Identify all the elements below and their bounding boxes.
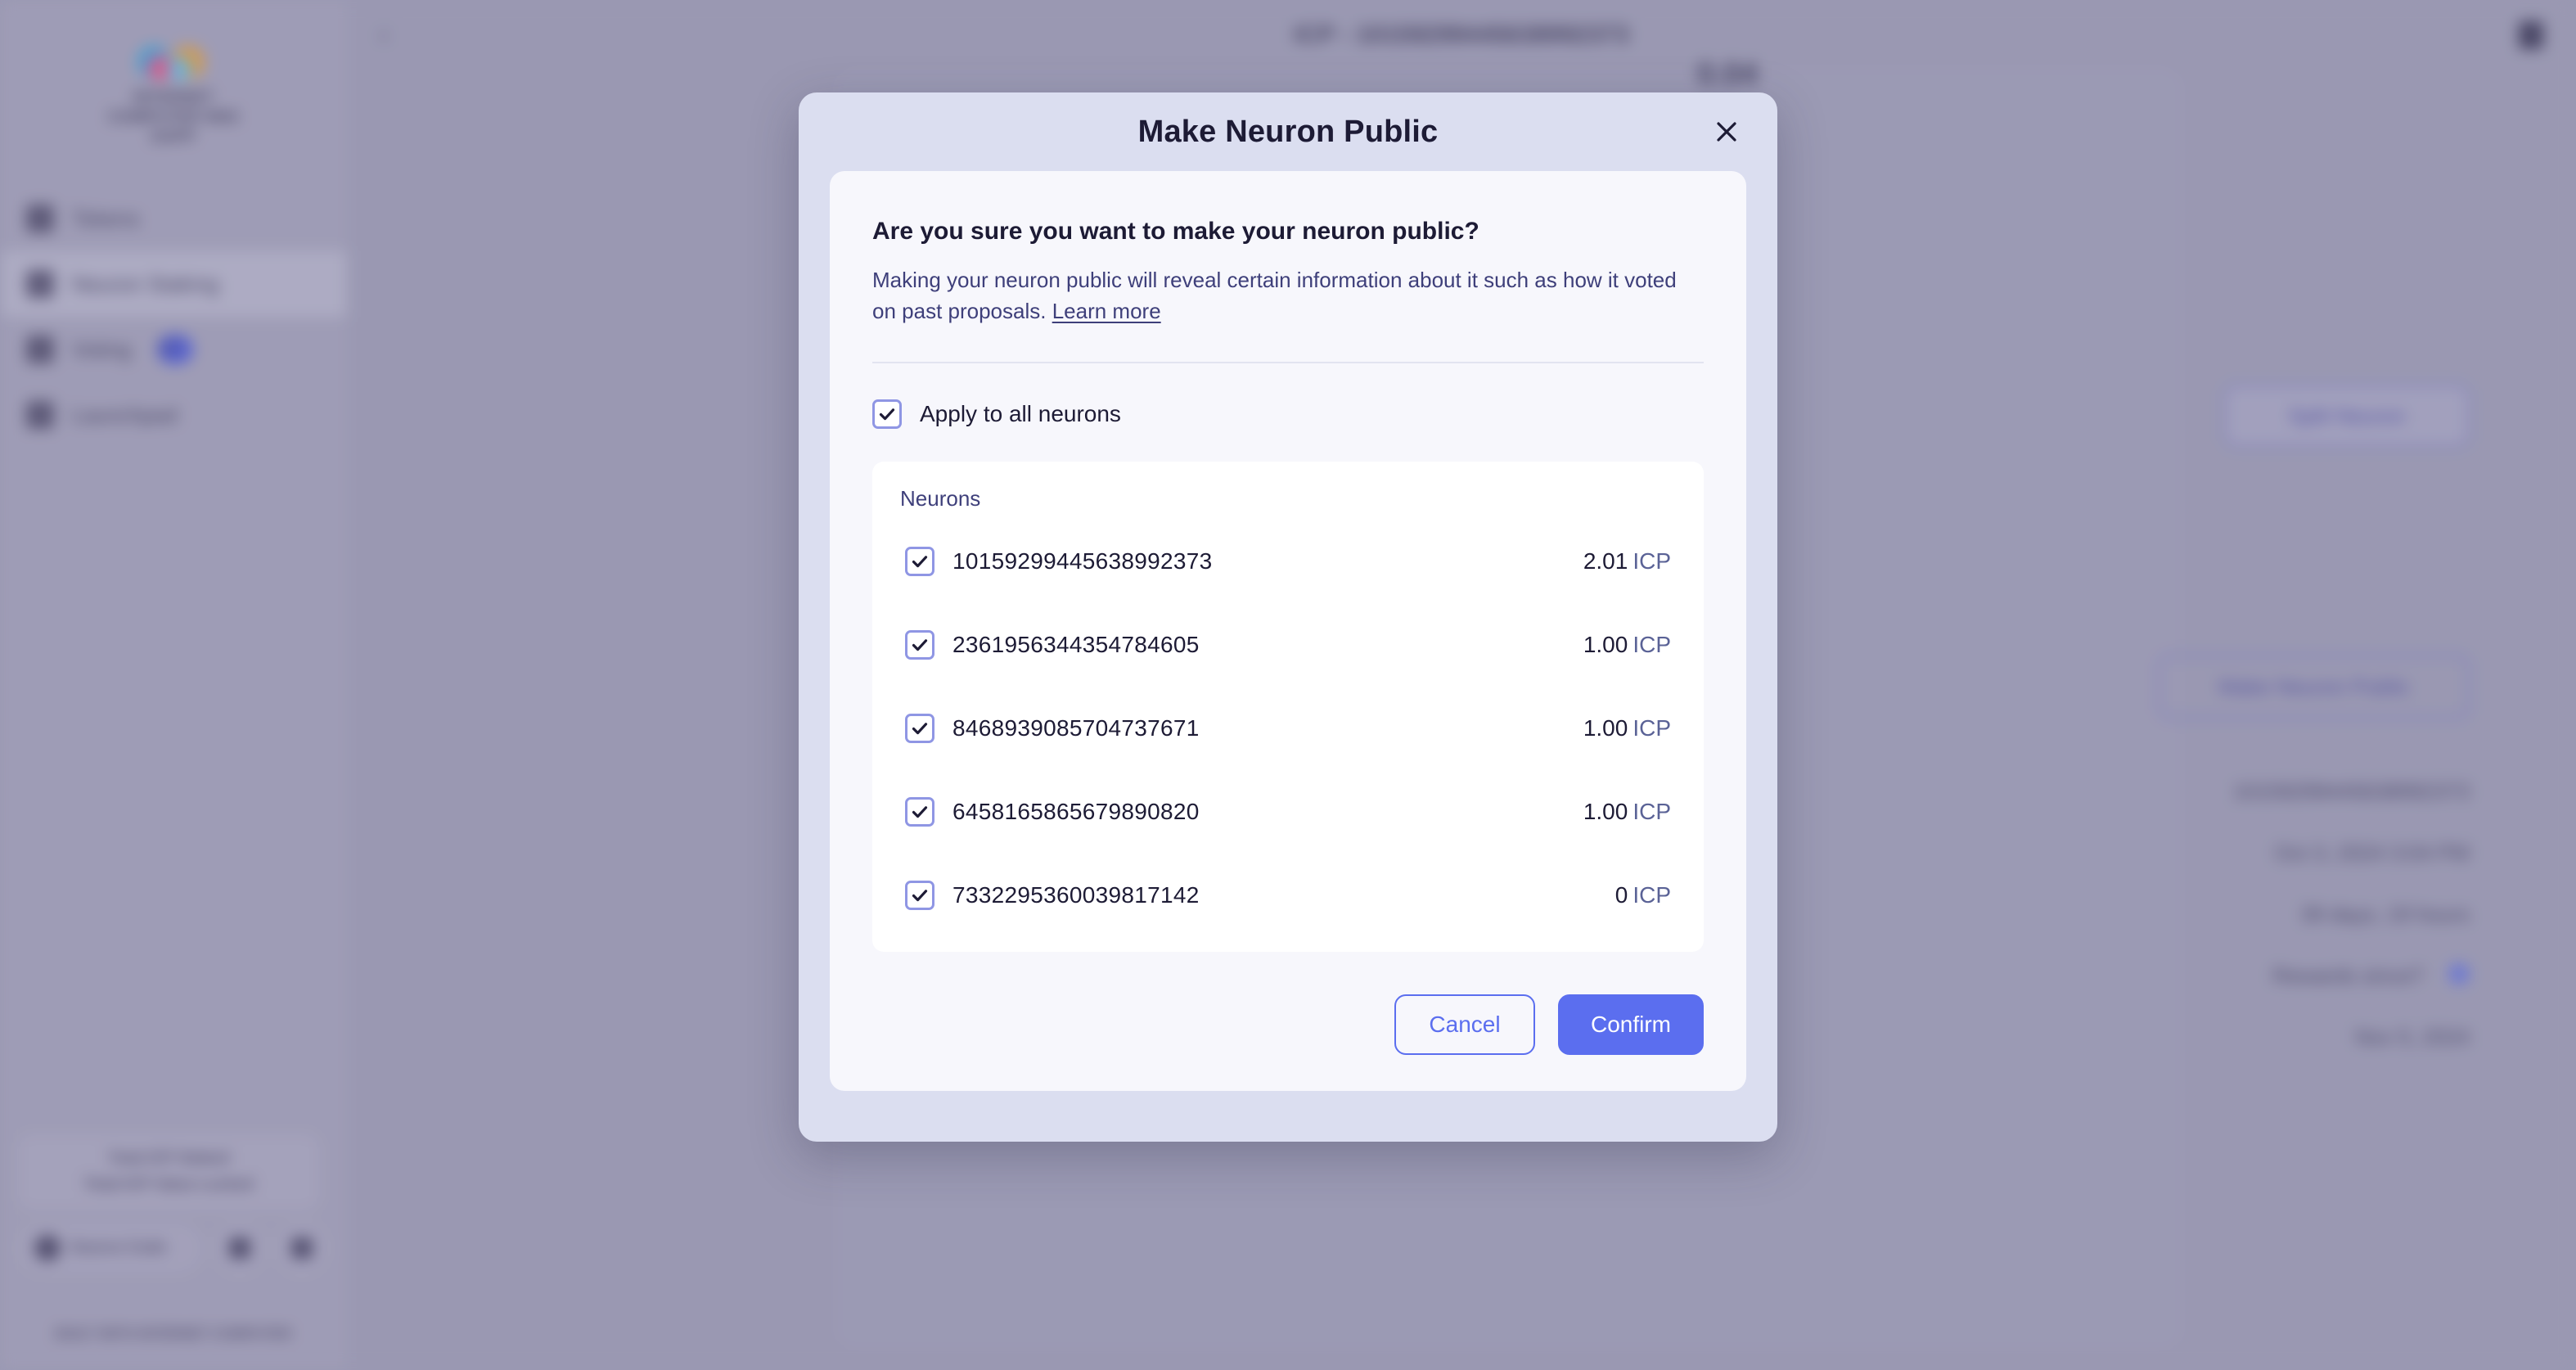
confirmation-description: Making your neuron public will reveal ce…	[872, 265, 1699, 327]
modal-title: Make Neuron Public	[1137, 114, 1439, 149]
neurons-list-card: Neurons 10159299445638992373 2.01 ICP 236…	[872, 461, 1704, 952]
list-item[interactable]: 8468939085704737671 1.00 ICP	[900, 687, 1676, 770]
neuron-amount-value: 1.00	[1583, 714, 1628, 741]
neuron-checkbox[interactable]	[905, 546, 934, 576]
neuron-id: 8468939085704737671	[952, 714, 1200, 741]
cancel-button[interactable]: Cancel	[1394, 994, 1535, 1055]
neuron-amount: 1.00 ICP	[1583, 715, 1671, 741]
neuron-amount-value: 1.00	[1583, 798, 1628, 824]
modal-actions: Cancel Confirm	[872, 994, 1704, 1055]
neuron-amount-value: 2.01	[1583, 548, 1628, 574]
neuron-amount-value: 1.00	[1583, 631, 1628, 657]
close-icon[interactable]	[1705, 110, 1748, 153]
neuron-id: 6458165865679890820	[952, 798, 1200, 824]
list-item[interactable]: 6458165865679890820 1.00 ICP	[900, 770, 1676, 854]
neuron-amount: 0 ICP	[1615, 882, 1671, 908]
neuron-amount-unit: ICP	[1633, 714, 1671, 741]
modal-body: Are you sure you want to make your neuro…	[830, 171, 1746, 1091]
modal-header: Make Neuron Public	[799, 92, 1777, 171]
make-neuron-public-modal: Make Neuron Public Are you sure you want…	[799, 92, 1777, 1142]
neuron-amount-value: 0	[1615, 881, 1628, 908]
list-item[interactable]: 2361956344354784605 1.00 ICP	[900, 603, 1676, 687]
neuron-amount-unit: ICP	[1633, 798, 1671, 824]
neuron-checkbox[interactable]	[905, 629, 934, 660]
apply-to-all-label: Apply to all neurons	[920, 400, 1121, 426]
neuron-amount: 1.00 ICP	[1583, 799, 1671, 825]
neuron-checkbox[interactable]	[905, 713, 934, 743]
apply-to-all-neurons-row[interactable]: Apply to all neurons	[872, 399, 1704, 429]
neurons-section-title: Neurons	[900, 485, 981, 511]
description-text: Making your neuron public will reveal ce…	[872, 268, 1677, 323]
neuron-amount: 2.01 ICP	[1583, 548, 1671, 575]
neuron-checkbox[interactable]	[905, 880, 934, 910]
neuron-id: 2361956344354784605	[952, 631, 1200, 657]
confirm-button[interactable]: Confirm	[1558, 994, 1704, 1055]
neuron-amount-unit: ICP	[1633, 881, 1671, 908]
neuron-amount-unit: ICP	[1633, 631, 1671, 657]
neuron-id: 10159299445638992373	[952, 548, 1213, 574]
neuron-id: 7332295360039817142	[952, 881, 1200, 908]
neuron-amount: 1.00 ICP	[1583, 632, 1671, 658]
neuron-checkbox[interactable]	[905, 796, 934, 827]
learn-more-link[interactable]: Learn more	[1052, 299, 1161, 323]
confirmation-question: Are you sure you want to make your neuro…	[872, 218, 1479, 245]
section-divider	[872, 361, 1704, 363]
neuron-amount-unit: ICP	[1633, 548, 1671, 574]
list-item[interactable]: 7332295360039817142 0 ICP	[900, 854, 1676, 937]
list-item[interactable]: 10159299445638992373 2.01 ICP	[900, 520, 1676, 603]
apply-to-all-checkbox[interactable]	[872, 399, 902, 429]
